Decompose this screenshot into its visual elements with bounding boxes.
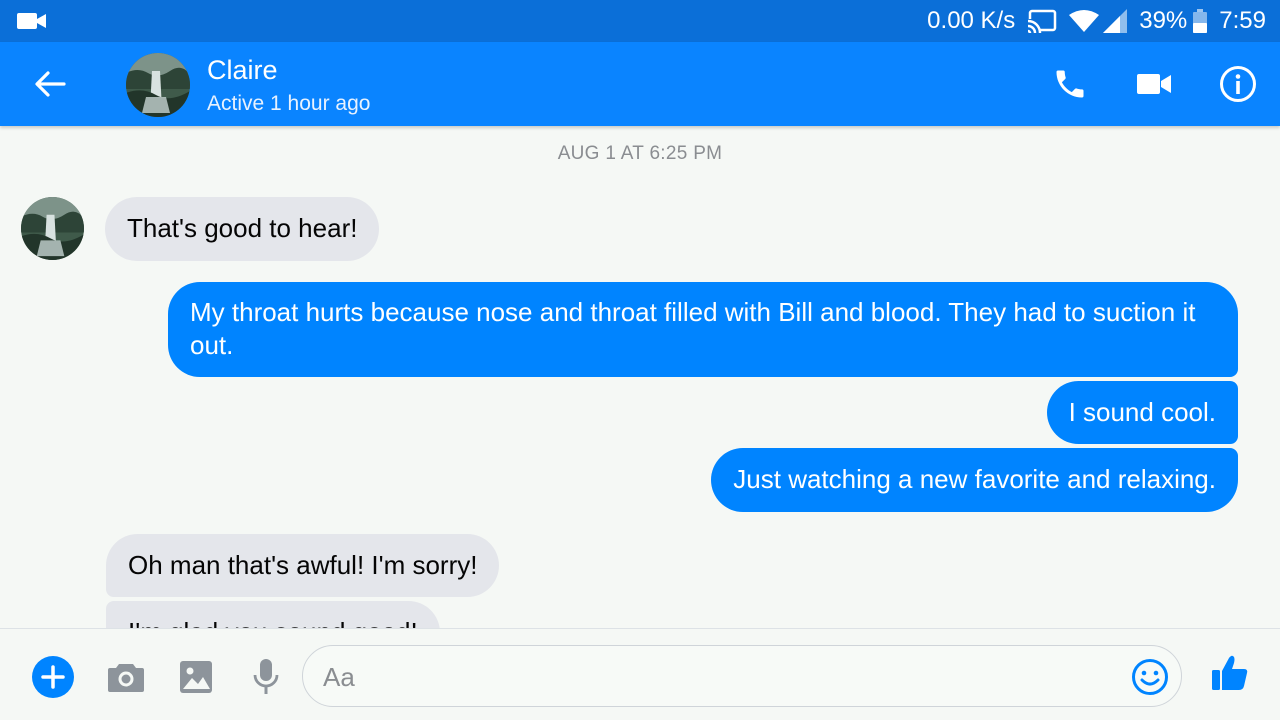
waterfall-photo	[21, 197, 84, 260]
battery-icon	[1193, 9, 1208, 33]
waterfall-photo	[126, 53, 190, 117]
message-input-container	[302, 645, 1182, 707]
signal-icon	[1103, 9, 1128, 33]
microphone-icon	[253, 659, 279, 694]
gallery-button[interactable]	[174, 655, 218, 699]
plus-icon	[32, 656, 74, 698]
message-bubble-outgoing[interactable]: Just watching a new favorite and relaxin…	[711, 448, 1238, 512]
more-options-button[interactable]	[31, 655, 75, 699]
message-bubble-incoming[interactable]: That's good to hear!	[105, 197, 380, 261]
back-button[interactable]	[30, 64, 70, 104]
status-bar-right: 0.00 K/s 39% 7:59	[927, 0, 1266, 42]
clock: 7:59	[1219, 7, 1266, 34]
conversation-header: Claire Active 1 hour ago	[0, 42, 1280, 126]
contact-name: Claire	[207, 55, 278, 85]
info-icon	[1220, 66, 1256, 102]
message-input[interactable]	[323, 658, 1113, 696]
call-button[interactable]	[1048, 62, 1092, 106]
gallery-icon	[180, 661, 212, 693]
message-bubble-outgoing[interactable]: My throat hurts because nose and throat …	[168, 282, 1238, 377]
contact-avatar[interactable]	[126, 53, 190, 117]
battery-percent: 39%	[1139, 7, 1188, 34]
back-arrow-icon	[35, 71, 66, 97]
cast-icon	[1027, 9, 1057, 33]
like-button[interactable]	[1208, 651, 1252, 695]
message-bubble-outgoing[interactable]: I sound cool.	[1046, 381, 1238, 444]
video-call-button[interactable]	[1132, 62, 1176, 106]
video-camera-icon	[17, 13, 46, 29]
thumbs-up-icon	[1212, 655, 1248, 690]
camera-button[interactable]	[104, 655, 148, 699]
contact-active-status: Active 1 hour ago	[207, 92, 371, 115]
wifi-icon	[1069, 10, 1100, 32]
voice-message-button[interactable]	[244, 655, 288, 699]
emoji-icon[interactable]	[1131, 658, 1169, 696]
message-bubble-incoming[interactable]: Oh man that's awful! I'm sorry!	[106, 534, 500, 597]
message-composer	[0, 628, 1280, 720]
status-bar: 0.00 K/s 39% 7:59	[0, 0, 1280, 42]
camera-icon	[108, 664, 144, 692]
info-button[interactable]	[1216, 62, 1260, 106]
conversation-timestamp: AUG 1 AT 6:25 PM	[557, 143, 723, 164]
phone-icon	[1056, 70, 1084, 98]
video-call-icon	[1137, 74, 1171, 94]
network-speed: 0.00 K/s	[927, 7, 1016, 34]
sender-avatar[interactable]	[21, 197, 84, 260]
